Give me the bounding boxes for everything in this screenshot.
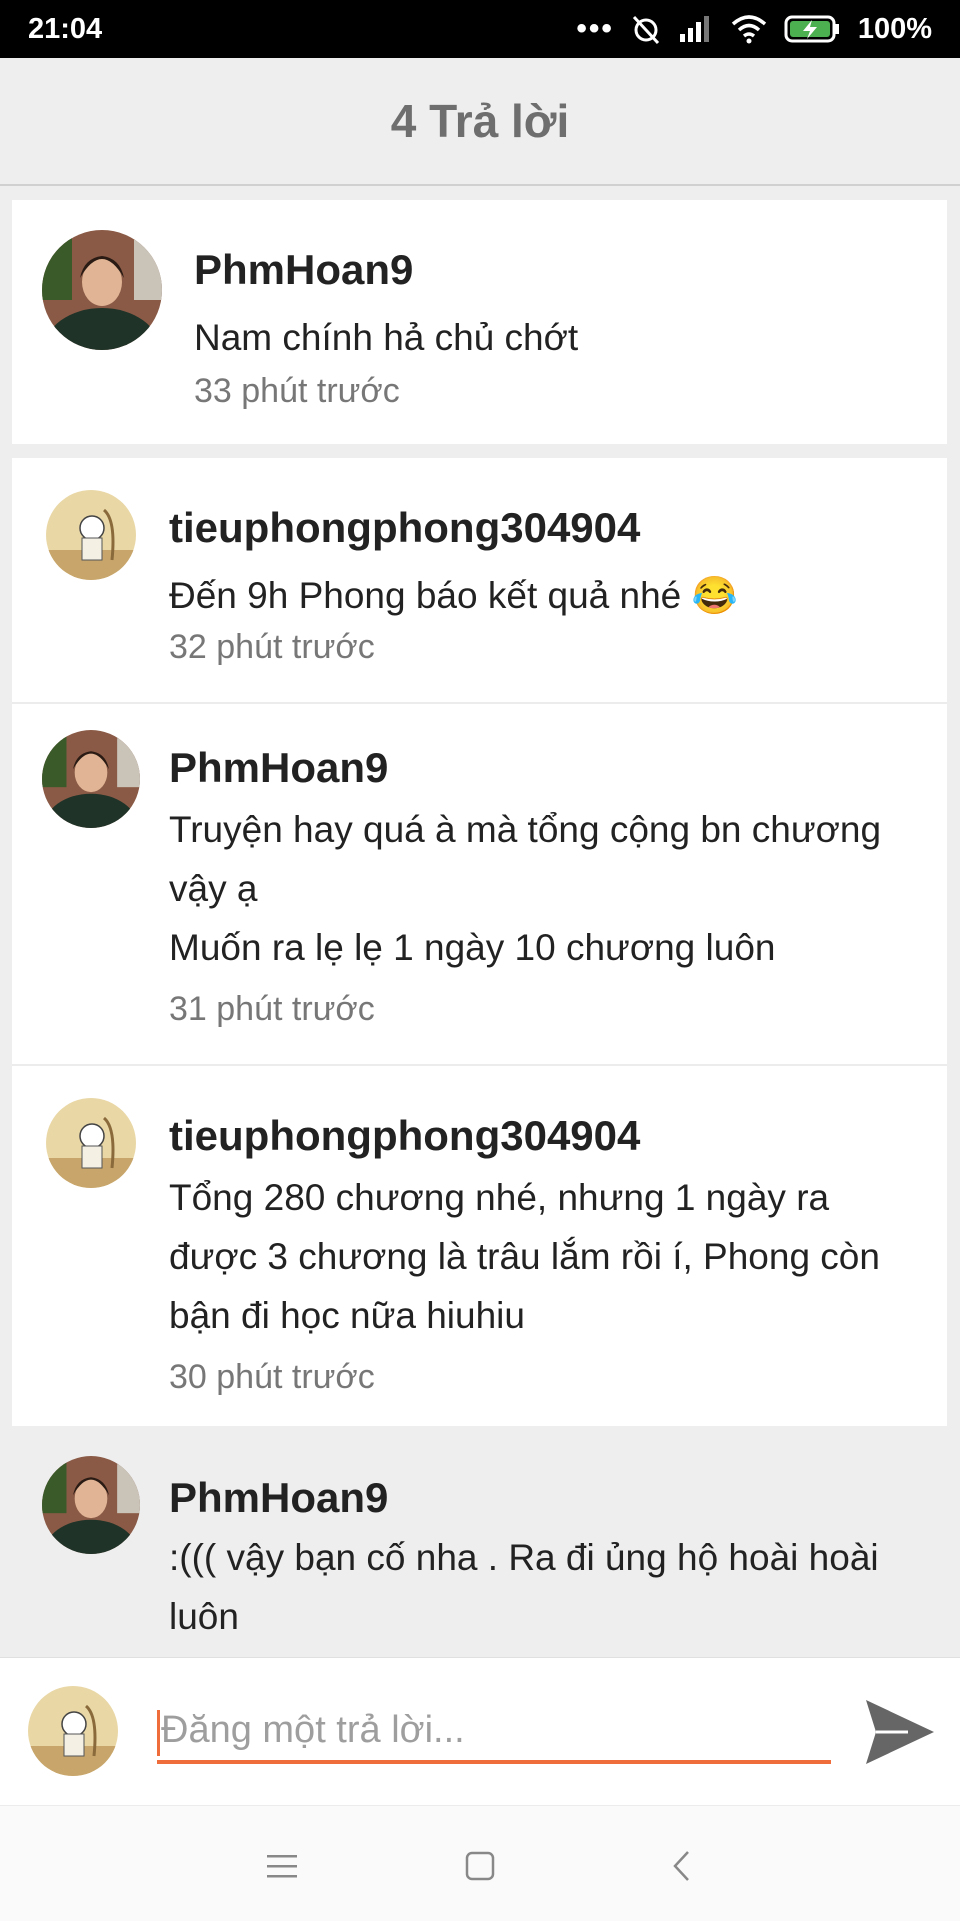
comment-timestamp: 30 phút trước [169, 1358, 375, 1396]
user-photo-avatar [42, 730, 140, 828]
send-button[interactable] [862, 1696, 938, 1768]
list-item: tieuphongphong304904 Đến 9h Phong báo kế… [12, 458, 947, 702]
wifi-icon [731, 15, 766, 44]
text-caret [157, 1710, 160, 1756]
comment-username[interactable]: PhmHoan9 [194, 246, 413, 294]
battery-charging-icon [784, 15, 839, 43]
list-item-highlighted: PhmHoan9 :((( vậy bạn cố nha . Ra đi ủng… [12, 1430, 947, 1657]
reply-composer [0, 1657, 960, 1806]
status-time: 21:04 [28, 12, 103, 45]
comment-username[interactable]: PhmHoan9 [169, 1474, 388, 1522]
signal-icon [679, 16, 709, 42]
list-item: PhmHoan9 Truyện hay quá à mà tổng cộng b… [12, 704, 947, 1064]
comment-text-line: vậy ạ [169, 868, 258, 909]
user-photo-avatar [42, 1456, 140, 1554]
status-bar: 21:04 ••• 100% [0, 0, 960, 58]
comment-username[interactable]: tieuphongphong304904 [169, 504, 640, 552]
comment-username[interactable]: PhmHoan9 [169, 744, 388, 792]
user-photo-avatar [42, 230, 162, 350]
comment-text: Truyện hay quá à mà tổng cộng bn chương … [169, 800, 929, 977]
comment-text: Tổng 280 chương nhé, nhưng 1 ngày ra đượ… [169, 1168, 939, 1345]
comment-text-line: luôn [169, 1596, 239, 1637]
user-drawing-avatar [46, 1098, 136, 1188]
replies-header: 4 Trả lời [0, 58, 960, 186]
home-button[interactable] [450, 1836, 510, 1896]
user-drawing-avatar [28, 1686, 118, 1776]
home-square-icon [465, 1851, 495, 1881]
menu-button[interactable] [252, 1836, 312, 1896]
avatar[interactable] [46, 1098, 136, 1188]
comment-text-line: :((( vậy bạn cố nha . Ra đi ủng hộ hoài … [169, 1537, 879, 1578]
more-dots-icon: ••• [576, 12, 614, 45]
comment-username[interactable]: tieuphongphong304904 [169, 1112, 640, 1160]
comment-timestamp: 32 phút trước [169, 628, 375, 666]
menu-icon [267, 1855, 297, 1878]
page-title: 4 Trả lời [390, 95, 570, 147]
comment-text: :((( vậy bạn cố nha . Ra đi ủng hộ hoài … [169, 1528, 939, 1646]
reply-input[interactable] [157, 1700, 831, 1764]
avatar[interactable] [42, 730, 140, 828]
user-drawing-avatar [46, 490, 136, 580]
comment-text-line: Tổng 280 chương nhé, nhưng 1 ngày ra [169, 1177, 830, 1218]
back-button[interactable] [652, 1836, 712, 1896]
system-nav-bar [0, 1805, 960, 1921]
current-user-avatar [28, 1686, 118, 1776]
comment-text: Đến 9h Phong báo kết quả nhé 😂 [169, 575, 738, 616]
comment-text-line: Muốn ra lẹ lẹ 1 ngày 10 chương luôn [169, 927, 776, 968]
comment-text-line: được 3 chương là trâu lắm rồi í, Phong c… [169, 1236, 880, 1277]
alarm-off-icon [632, 15, 659, 45]
list-item: tieuphongphong304904 Tổng 280 chương nhé… [12, 1066, 947, 1426]
comment-text-line: bận đi học nữa hiuhiu [169, 1295, 525, 1336]
comment-text-line: Truyện hay quá à mà tổng cộng bn chương [169, 809, 882, 850]
avatar[interactable] [46, 490, 136, 580]
replies-list: tieuphongphong304904 Đến 9h Phong báo kế… [12, 458, 947, 1426]
comment-timestamp: 31 phút trước [169, 990, 375, 1028]
root-comment-card: PhmHoan9 Nam chính hả chủ chớt 33 phút t… [12, 200, 947, 444]
avatar[interactable] [42, 1456, 140, 1554]
comment-timestamp: 33 phút trước [194, 372, 400, 410]
comment-text: Nam chính hả chủ chớt [194, 317, 579, 358]
status-icons: ••• 100% [576, 12, 932, 46]
back-chevron-icon [673, 1851, 689, 1881]
send-icon [866, 1700, 934, 1764]
battery-percent: 100% [857, 12, 932, 45]
avatar[interactable] [42, 230, 162, 350]
